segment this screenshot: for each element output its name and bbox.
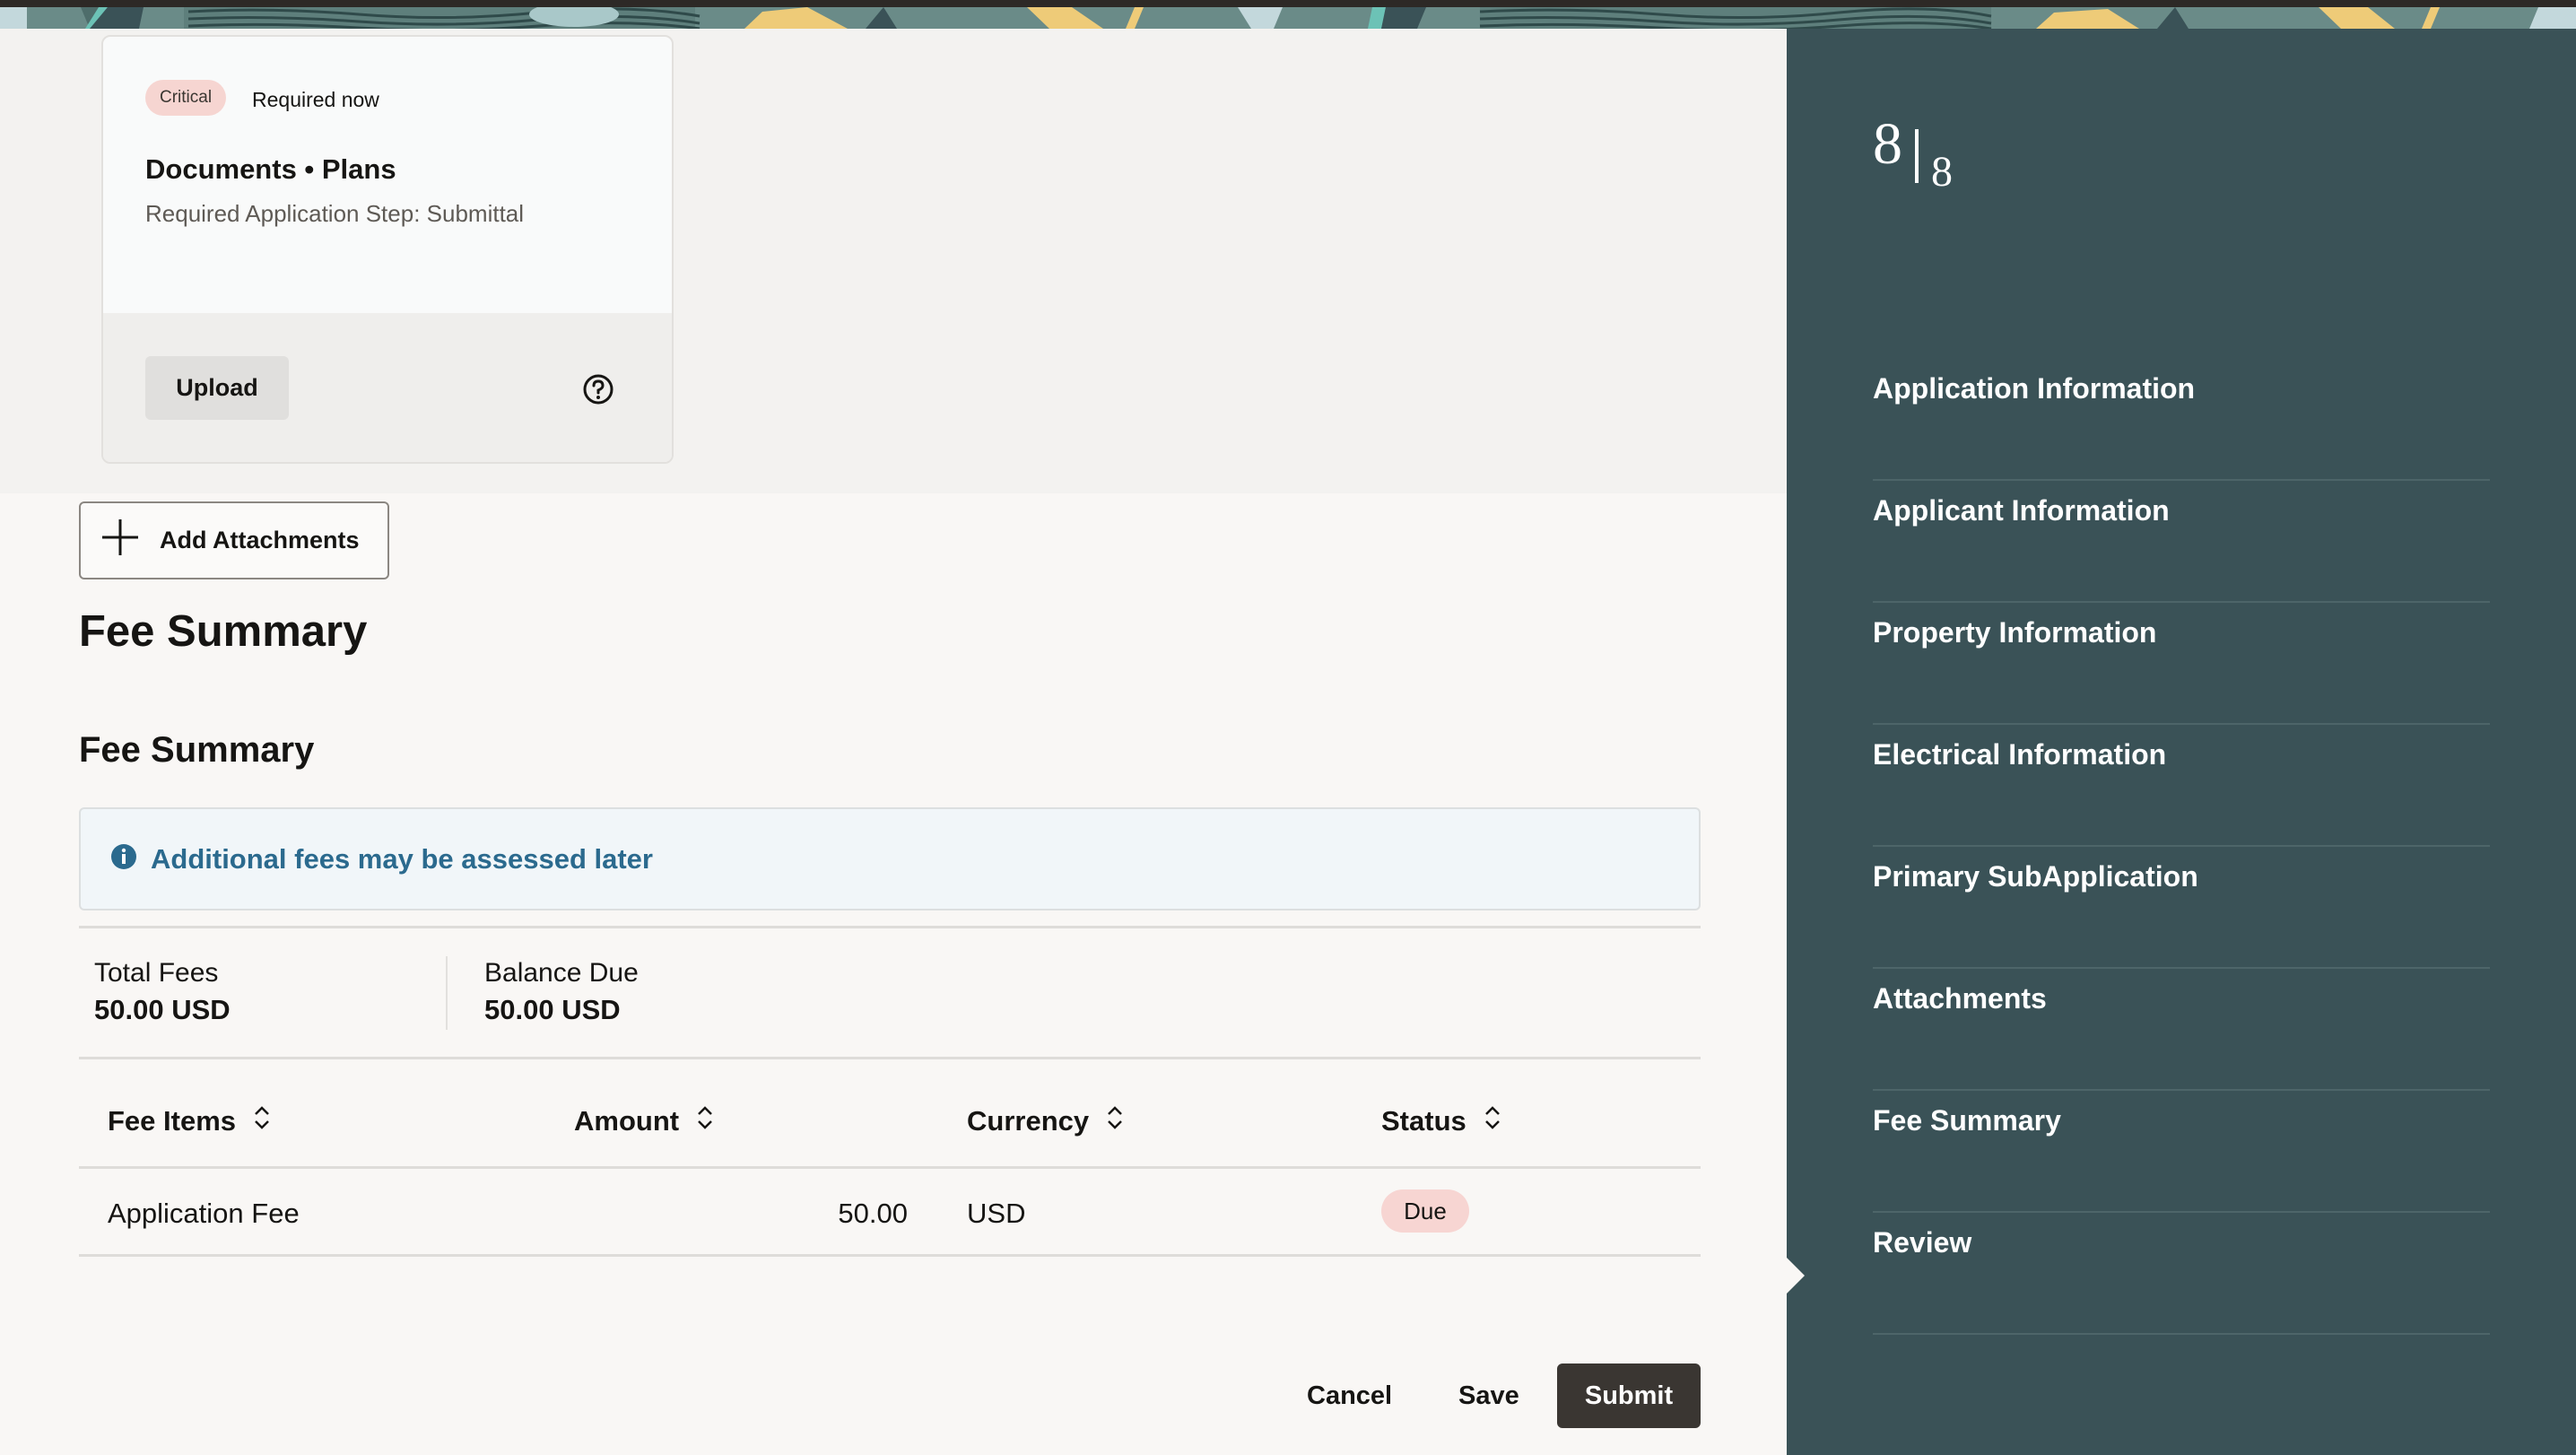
- step-primary-subapplication[interactable]: Primary SubApplication: [1873, 847, 2490, 969]
- step-electrical-information[interactable]: Electrical Information: [1873, 725, 2490, 847]
- step-label: Electrical Information: [1873, 737, 2167, 771]
- column-header-fee-items[interactable]: Fee Items: [108, 1103, 272, 1139]
- column-label: Fee Items: [108, 1105, 237, 1137]
- currency-cell: USD: [967, 1198, 1026, 1229]
- step-counter: 8 8: [1873, 115, 1953, 194]
- divider: [79, 1166, 1701, 1169]
- add-attachments-label: Add Attachments: [160, 527, 360, 553]
- step-fee-summary[interactable]: Fee Summary: [1873, 1091, 2490, 1213]
- step-label: Application Information: [1873, 371, 2196, 405]
- status-badge: Due: [1381, 1189, 1469, 1233]
- page-title: Fee Summary: [79, 607, 368, 656]
- column-label: Currency: [967, 1105, 1090, 1137]
- info-text: Additional fees may be assessed later: [151, 842, 653, 875]
- save-button[interactable]: Save: [1458, 1364, 1519, 1428]
- step-label: Applicant Information: [1873, 493, 2170, 527]
- column-label: Amount: [574, 1105, 680, 1137]
- total-fees-value: 50.00 USD: [94, 994, 231, 1025]
- section-title: Fee Summary: [79, 730, 315, 770]
- divider: [79, 1057, 1701, 1059]
- divider: [79, 1254, 1701, 1257]
- sort-icon[interactable]: [252, 1103, 272, 1139]
- column-header-amount[interactable]: Amount: [574, 1103, 715, 1139]
- current-step-number: 8: [1873, 111, 1902, 177]
- upload-button[interactable]: Upload: [145, 356, 289, 420]
- info-icon: [111, 844, 136, 874]
- sort-icon[interactable]: [695, 1103, 715, 1139]
- card-title: Documents • Plans: [145, 153, 396, 185]
- step-property-information[interactable]: Property Information: [1873, 603, 2490, 725]
- step-label: Primary SubApplication: [1873, 859, 2198, 893]
- amount-cell: 50.00: [838, 1198, 908, 1229]
- card-subtitle: Required Application Step: Submittal: [145, 200, 525, 227]
- column-label: Status: [1381, 1105, 1466, 1137]
- step-label: Fee Summary: [1873, 1103, 2061, 1137]
- add-attachments-button[interactable]: Add Attachments: [79, 501, 389, 579]
- summary-divider: [446, 956, 448, 1030]
- critical-badge: Critical: [145, 80, 227, 116]
- decorative-banner: [0, 7, 2576, 29]
- info-message: Additional fees may be assessed later: [79, 807, 1701, 910]
- cancel-button[interactable]: Cancel: [1307, 1364, 1392, 1428]
- current-step-indicator: [1787, 1258, 1805, 1294]
- divider: [79, 926, 1701, 928]
- question-circle-icon[interactable]: [582, 373, 614, 405]
- fee-item-cell: Application Fee: [108, 1198, 300, 1229]
- sort-icon[interactable]: [1483, 1103, 1502, 1139]
- column-header-status[interactable]: Status: [1381, 1103, 1502, 1139]
- step-separator: [1915, 129, 1919, 183]
- top-bar: [0, 0, 2576, 7]
- step-label: Attachments: [1873, 981, 2047, 1015]
- balance-due-label: Balance Due: [484, 958, 639, 988]
- submit-button[interactable]: Submit: [1557, 1364, 1701, 1428]
- sort-icon[interactable]: [1105, 1103, 1125, 1139]
- document-card: Critical Required now Documents • Plans …: [101, 35, 674, 464]
- step-attachments[interactable]: Attachments: [1873, 969, 2490, 1091]
- balance-due-value: 50.00 USD: [484, 994, 621, 1025]
- step-review[interactable]: Review: [1873, 1213, 2490, 1335]
- plus-icon: [100, 518, 140, 563]
- column-header-currency[interactable]: Currency: [967, 1103, 1125, 1139]
- step-label: Property Information: [1873, 615, 2157, 649]
- total-fees-label: Total Fees: [94, 958, 219, 988]
- requirement-text: Required now: [252, 88, 379, 111]
- step-applicant-information[interactable]: Applicant Information: [1873, 481, 2490, 603]
- total-steps-number: 8: [1931, 148, 1953, 196]
- step-application-information[interactable]: Application Information: [1873, 359, 2490, 481]
- step-label: Review: [1873, 1225, 1972, 1259]
